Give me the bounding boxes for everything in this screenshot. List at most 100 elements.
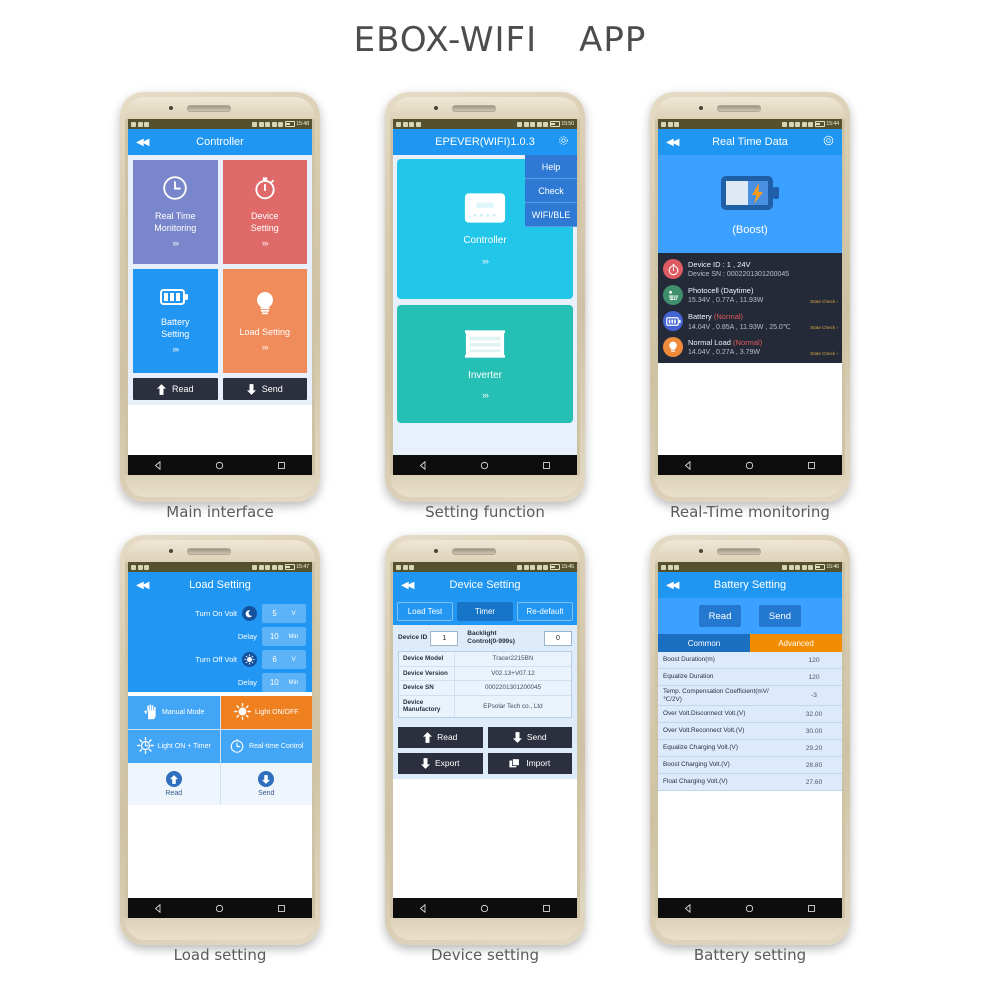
read-button[interactable]: Read (133, 378, 218, 400)
target-icon[interactable] (823, 135, 834, 149)
recents-nav-icon[interactable] (807, 461, 816, 470)
dropdown-menu: Help Check WIFI/BLE (525, 155, 577, 227)
status-bar: 15:44 (658, 119, 842, 129)
backlight-input[interactable]: 0 (544, 630, 572, 646)
table-row: Equalize Charging Volt.(V) 29.20 (658, 740, 842, 758)
state-check-link[interactable]: State Check › (810, 299, 838, 304)
home-nav-icon[interactable] (745, 461, 754, 470)
home-nav-icon[interactable] (745, 904, 754, 913)
param-key: Equalize Duration (663, 673, 714, 681)
list-item[interactable]: Battery (Normal) 14.04V , 0.85A , 11.93W… (658, 308, 842, 334)
bluetooth-icon (517, 121, 523, 127)
tab-advanced[interactable]: Advanced (750, 634, 842, 652)
send-button[interactable]: Send (487, 726, 572, 748)
chevron-right-icon: »› (481, 389, 489, 400)
param-value[interactable]: 32.00 (786, 711, 842, 718)
battery-status-icon (549, 564, 560, 570)
row-status: (Normal) (713, 311, 744, 321)
tab-common[interactable]: Common (658, 634, 750, 652)
param-key: Over Volt.Disconnect Volt.(V) (663, 710, 746, 718)
device-id-input[interactable]: 1 (430, 630, 459, 646)
back-nav-icon[interactable] (154, 460, 163, 470)
menu-item-wifi-ble[interactable]: WIFI/BLE (525, 203, 577, 227)
tab-timer[interactable]: Timer (457, 602, 513, 621)
param-value[interactable]: -3 (786, 692, 842, 699)
read-button[interactable]: Read (128, 763, 220, 805)
mode-light-on-off[interactable]: Light ON/OFF (220, 696, 312, 729)
back-nav-icon[interactable] (154, 903, 163, 913)
param-value[interactable]: 27.60 (786, 779, 842, 786)
param-value[interactable]: 30.00 (786, 728, 842, 735)
back-icon[interactable]: ◀◀ (666, 137, 679, 148)
recents-nav-icon[interactable] (807, 904, 816, 913)
menu-item-check[interactable]: Check (525, 179, 577, 203)
recents-nav-icon[interactable] (277, 904, 286, 913)
row-sub: Device SN : 0002201301200045 (688, 271, 790, 278)
home-nav-icon[interactable] (480, 904, 489, 913)
list-item[interactable]: Photocell (Daytime) 15.34V , 0.77A , 11.… (658, 282, 842, 308)
send-button[interactable]: Send (220, 763, 312, 805)
field-on-delay: Delay 10 Min (134, 627, 306, 646)
mode-real-time-control[interactable]: Real-time Control (220, 730, 312, 763)
back-icon[interactable]: ◀◀ (666, 580, 679, 591)
screenshot-icon (661, 564, 666, 570)
backlight-label-line1: Backlight (467, 630, 497, 637)
state-check-link[interactable]: State Check › (810, 325, 838, 330)
send-button[interactable]: Send (759, 605, 801, 627)
param-value[interactable]: 28.80 (786, 762, 842, 769)
recents-nav-icon[interactable] (277, 461, 286, 470)
tile-inverter[interactable]: Inverter »› (397, 305, 573, 423)
back-icon[interactable]: ◀◀ (136, 137, 149, 148)
back-nav-icon[interactable] (419, 903, 428, 913)
home-nav-icon[interactable] (480, 461, 489, 470)
tile-battery-setting[interactable]: Battery Setting »› (133, 269, 218, 373)
send-button[interactable]: Send (222, 378, 307, 400)
tab-load-test[interactable]: Load Test (397, 602, 453, 621)
field-unit: Min (288, 633, 299, 640)
tab-re-default[interactable]: Re-default (517, 602, 573, 621)
turn-on-volt-input[interactable]: 5 V (262, 604, 306, 623)
mode-light-on-timer[interactable]: Light ON + Timer (128, 730, 220, 763)
tile-label: Inverter (468, 369, 502, 381)
on-delay-input[interactable]: 10 Min (262, 627, 306, 646)
export-button[interactable]: Export (398, 752, 483, 774)
import-button[interactable]: Import (487, 752, 572, 774)
param-value[interactable]: 29.20 (786, 745, 842, 752)
param-value[interactable]: 120 (786, 657, 842, 664)
list-item[interactable]: Normal Load (Normal) 14.04V , 0.27A , 3.… (658, 334, 842, 360)
back-nav-icon[interactable] (684, 903, 693, 913)
status-time: 15:46 (826, 564, 839, 570)
load-action-buttons: Read Send (128, 763, 312, 805)
back-icon[interactable]: ◀◀ (136, 580, 149, 591)
home-nav-icon[interactable] (215, 904, 224, 913)
signal-icon (271, 564, 277, 570)
mode-manual[interactable]: Manual Mode (128, 696, 220, 729)
back-icon[interactable]: ◀◀ (401, 580, 414, 591)
back-nav-icon[interactable] (419, 460, 428, 470)
sim-icon (409, 121, 414, 127)
tile-device-setting[interactable]: Device Setting »› (222, 160, 307, 264)
alarm-icon (788, 121, 794, 127)
off-delay-input[interactable]: 10 Min (262, 673, 306, 692)
battery-charging-icon (719, 173, 781, 218)
status-bar: 15:45 (393, 562, 577, 572)
menu-item-help[interactable]: Help (525, 155, 577, 179)
clock-icon (229, 738, 245, 756)
turn-off-volt-input[interactable]: 6 V (262, 650, 306, 669)
back-nav-icon[interactable] (684, 460, 693, 470)
tile-real-time-monitoring[interactable]: Real Time Monitoring »› (133, 160, 218, 264)
caption-real-time-monitoring: Real-Time monitoring (670, 503, 830, 521)
down-arrow-icon (246, 383, 256, 395)
read-button[interactable]: Read (398, 726, 483, 748)
state-check-link[interactable]: State Check › (810, 351, 838, 356)
gear-icon[interactable] (558, 135, 569, 149)
recents-nav-icon[interactable] (542, 904, 551, 913)
tile-label-1: Load Setting (239, 327, 291, 337)
tile-load-setting[interactable]: Load Setting »› (222, 269, 307, 373)
recents-nav-icon[interactable] (542, 461, 551, 470)
setting-function-body: Help Check WIFI/BLE Controller »› Invert… (393, 155, 577, 465)
list-item[interactable]: Device ID : 1 , 24V Device SN : 00022013… (658, 256, 842, 282)
param-value[interactable]: 120 (786, 674, 842, 681)
home-nav-icon[interactable] (215, 461, 224, 470)
read-button[interactable]: Read (699, 605, 741, 627)
